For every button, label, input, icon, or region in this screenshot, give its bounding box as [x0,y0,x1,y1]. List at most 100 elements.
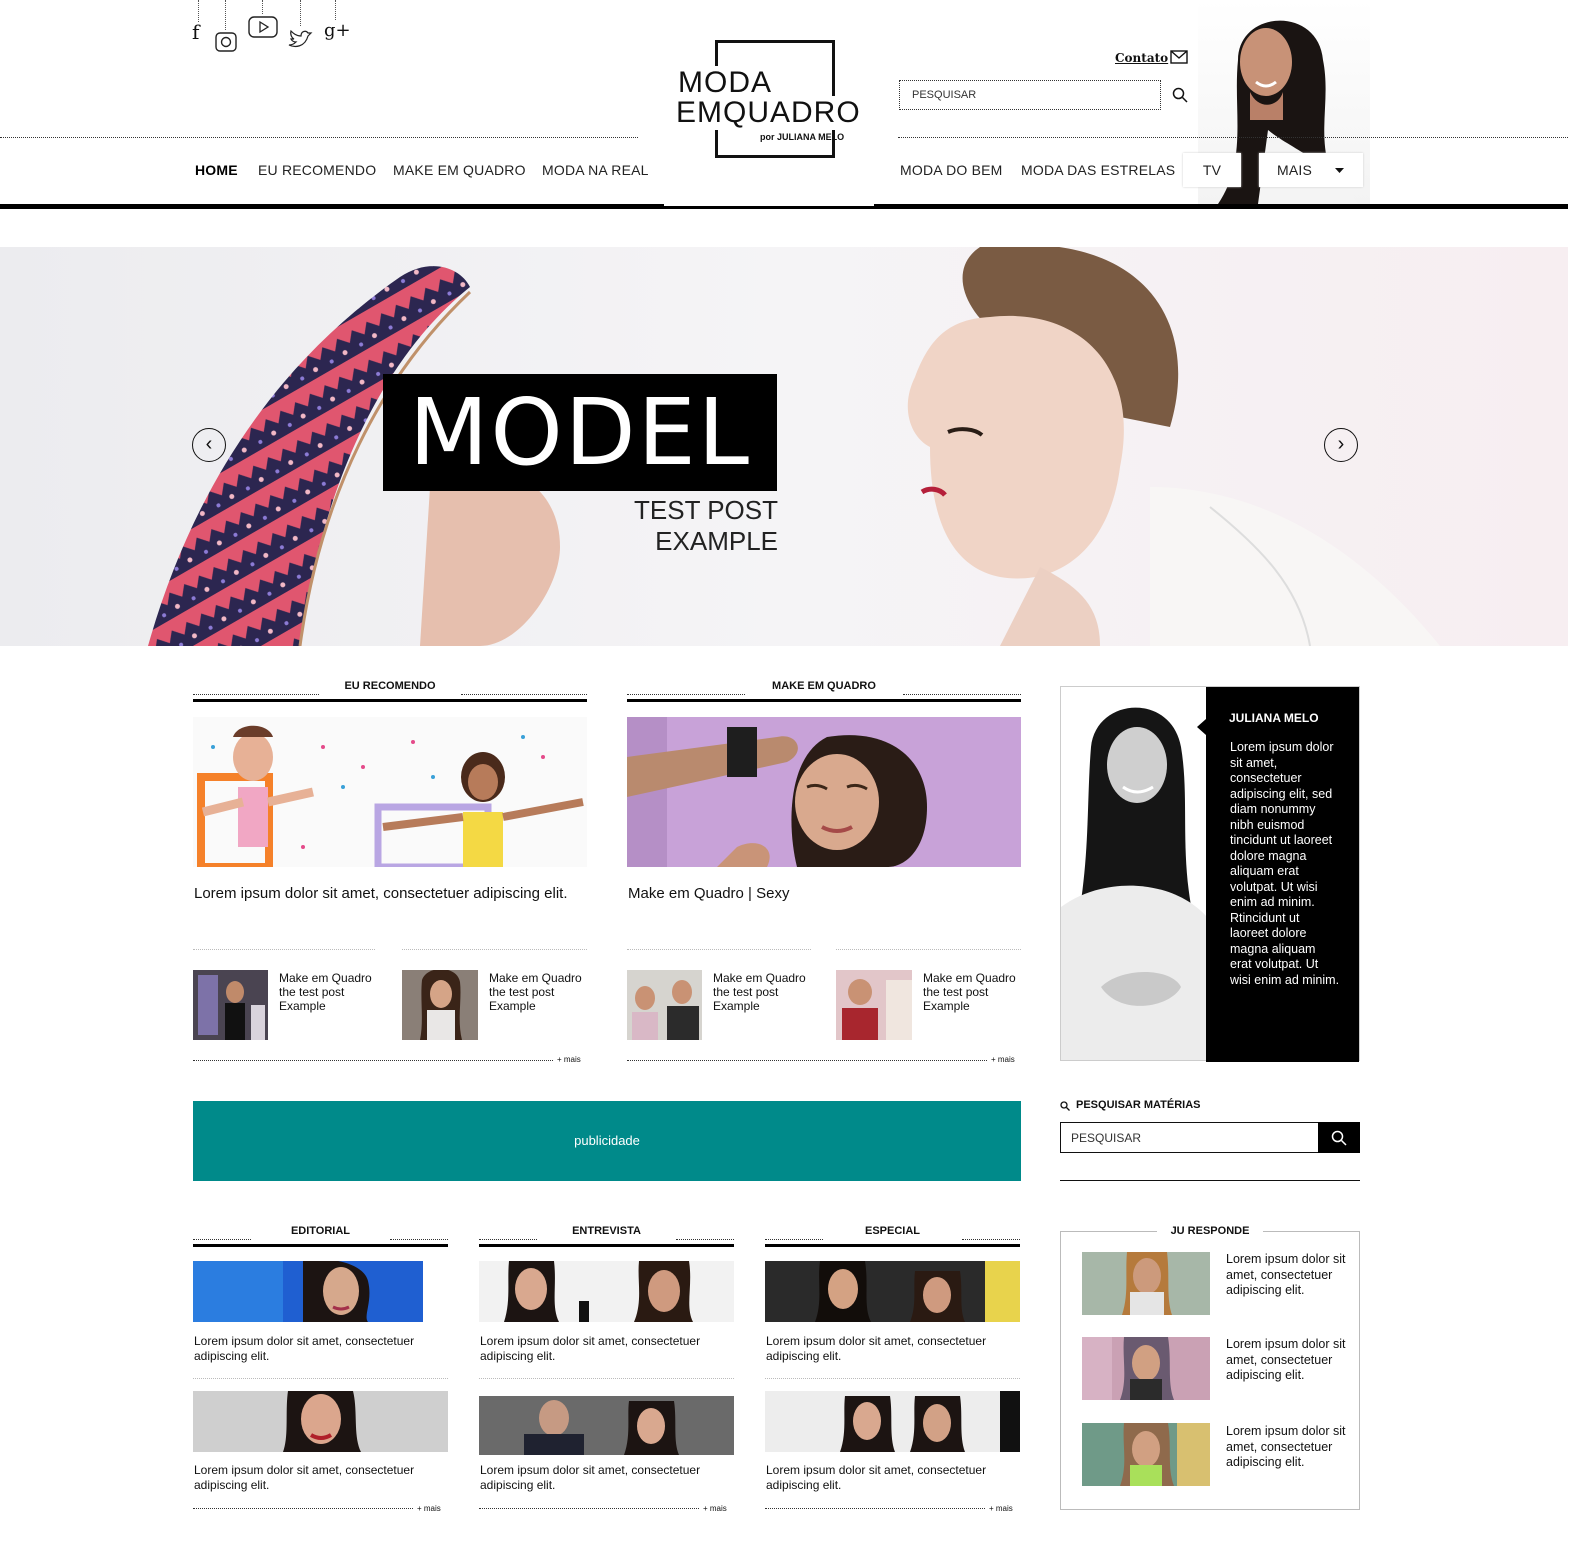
nav-more-dropdown[interactable]: MAIS [1259,153,1363,187]
ad-banner[interactable]: publicidade [193,1101,1021,1181]
caret-down-icon [1335,168,1344,173]
more-divider [627,1060,987,1061]
twitter-icon[interactable] [287,28,313,50]
make-em-quadro-caption[interactable]: Make em Quadro | Sexy [628,885,1022,902]
thumb-image[interactable] [193,970,268,1040]
especial-image-2[interactable] [765,1391,1020,1452]
eu-recomendo-feature-image[interactable] [193,717,587,867]
section-header-make-em-quadro: MAKE EM QUADRO [627,680,1021,702]
especial-image-1[interactable] [765,1261,1020,1322]
thumb-caption[interactable]: Make em Quadro the test post Example [279,971,379,1013]
especial-caption-2[interactable]: Lorem ipsum dolor sit amet, consectetuer… [766,1463,1021,1493]
nav-moda-na-real[interactable]: MODA NA REAL [542,162,649,178]
more-divider [479,1508,699,1509]
site-logo[interactable]: MODA EMQUADRO por JULIANA MELO [668,40,863,162]
separator [193,949,375,950]
section-title: EU RECOMENDO [344,680,436,692]
nav-make-em-quadro[interactable]: MAKE EM QUADRO [393,162,526,178]
section-header-especial: ESPECIAL [765,1225,1020,1247]
instagram-icon[interactable] [215,32,237,52]
search-icon [1331,1130,1347,1146]
thumb-caption[interactable]: Make em Quadro the test post Example [489,971,589,1013]
hero-title[interactable]: MODEL [383,374,777,491]
thumb-image[interactable] [627,970,702,1040]
divider [1060,1180,1360,1181]
more-link-entrevista[interactable]: + mais [703,1504,727,1513]
youtube-icon[interactable] [248,16,278,38]
nav-moda-do-bem[interactable]: MODA DO BEM [900,162,1003,178]
header-divider-left [0,137,638,138]
mail-icon[interactable] [1170,50,1188,64]
chevron-right-icon: › [1337,433,1345,455]
especial-caption-1[interactable]: Lorem ipsum dolor sit amet, consectetuer… [766,1334,1021,1364]
ju-responde-text-2[interactable]: Lorem ipsum dolor sit amet, consectetuer… [1226,1337,1351,1384]
contact-link[interactable]: Contato [1115,51,1168,65]
more-link-eu-recomendo[interactable]: + mais [557,1055,581,1064]
ju-responde-image-3[interactable] [1082,1423,1210,1486]
entrevista-image-1[interactable] [479,1261,734,1322]
logo-line2: EMQUADRO [674,96,863,130]
editorial-image-2[interactable] [193,1391,448,1452]
more-link-editorial[interactable]: + mais [417,1504,441,1513]
google-plus-icon[interactable]: g+ [324,22,351,40]
logo-byline: por JULIANA MELO [760,132,845,142]
author-bio-card: JULIANA MELO Lorem ipsum dolor sit amet,… [1060,686,1360,1062]
separator [479,1378,734,1379]
ju-responde-image-2[interactable] [1082,1337,1210,1400]
hero-subtitle[interactable]: TEST POST EXAMPLE [540,495,778,557]
section-title: ESPECIAL [864,1225,920,1237]
logo-line1: MODA [676,66,774,100]
ju-responde-image-1[interactable] [1082,1252,1210,1315]
more-link-especial[interactable]: + mais [989,1504,1013,1513]
nav-moda-das-estrelas[interactable]: MODA DAS ESTRELAS [1021,162,1175,178]
facebook-icon[interactable]: f [192,22,199,42]
side-search-input[interactable]: PESQUISAR [1060,1122,1319,1153]
section-header-entrevista: ENTREVISTA [479,1225,734,1247]
entrevista-image-2[interactable] [479,1396,734,1455]
entrevista-caption-2[interactable]: Lorem ipsum dolor sit amet, consectetuer… [480,1463,735,1493]
more-link-make-em-quadro[interactable]: + mais [991,1055,1015,1064]
editorial-image-1[interactable] [193,1261,448,1322]
nav-more-label: MAIS [1277,162,1313,178]
side-search-button[interactable] [1318,1122,1360,1153]
author-name: JULIANA MELO [1229,711,1319,725]
ju-responde-title: JU RESPONDE [1156,1225,1264,1237]
separator [627,949,811,950]
ju-responde-text-3[interactable]: Lorem ipsum dolor sit amet, consectetuer… [1226,1424,1351,1471]
section-header-eu-recomendo: EU RECOMENDO [193,680,587,702]
header-search-input[interactable]: PESQUISAR [899,80,1161,110]
entrevista-caption-1[interactable]: Lorem ipsum dolor sit amet, consectetuer… [480,1334,735,1364]
section-header-editorial: EDITORIAL [193,1225,448,1247]
chevron-left-icon: ‹ [205,433,213,455]
search-icon [1060,1101,1070,1111]
editorial-caption-1[interactable]: Lorem ipsum dolor sit amet, consectetuer… [194,1334,449,1364]
thumb-image[interactable] [836,970,912,1040]
separator [765,1378,1020,1379]
nav-home[interactable]: HOME [195,162,238,178]
make-em-quadro-feature-image[interactable] [627,717,1021,867]
ju-responde-text-1[interactable]: Lorem ipsum dolor sit amet, consectetuer… [1226,1252,1351,1299]
section-title: EDITORIAL [290,1225,351,1237]
social-links: f g+ [190,0,360,60]
editorial-caption-2[interactable]: Lorem ipsum dolor sit amet, consectetuer… [194,1463,449,1493]
eu-recomendo-caption[interactable]: Lorem ipsum dolor sit amet, consectetuer… [194,885,588,902]
author-photo [1061,687,1207,1060]
hero-prev-button[interactable]: ‹ [192,428,226,462]
separator [836,949,1021,950]
thumb-caption[interactable]: Make em Quadro the test post Example [923,971,1023,1013]
search-icon[interactable] [1172,87,1188,103]
nav-tv[interactable]: TV [1183,153,1241,187]
separator [193,1378,448,1379]
section-title: MAKE EM QUADRO [772,680,876,692]
thumb-image[interactable] [402,970,478,1040]
more-divider [765,1508,985,1509]
more-divider [193,1508,413,1509]
side-search-heading: PESQUISAR MATÉRIAS [1060,1099,1200,1111]
nav-eu-recomendo[interactable]: EU RECOMENDO [258,162,376,178]
header-divider-right [898,137,1568,138]
more-divider [193,1060,553,1061]
thumb-caption[interactable]: Make em Quadro the test post Example [713,971,813,1013]
hero-next-button[interactable]: › [1324,428,1358,462]
section-title: ENTREVISTA [572,1225,641,1237]
author-bio-text: Lorem ipsum dolor sit amet, consectetuer… [1230,740,1340,987]
